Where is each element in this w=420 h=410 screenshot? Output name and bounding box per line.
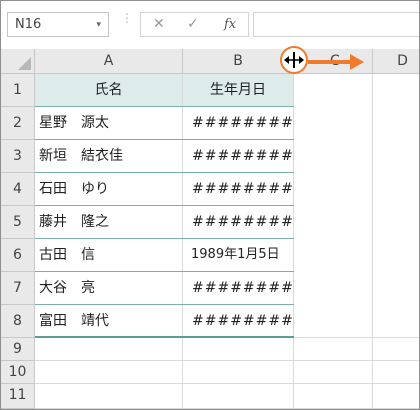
cell-a10[interactable] [35, 361, 183, 384]
direction-arrow-line [308, 60, 352, 64]
name-box-value: N16 [15, 17, 42, 32]
cell-b7[interactable]: ######## [183, 272, 294, 305]
cell-b8[interactable]: ######## [183, 305, 294, 338]
cancel-icon[interactable]: ✕ [153, 16, 165, 32]
cell-b11[interactable] [183, 384, 294, 409]
cell-b6[interactable]: 1989年1月5日 [183, 239, 294, 272]
row-header-6[interactable]: 6 [1, 239, 35, 272]
cell-b10[interactable] [183, 361, 294, 384]
cell-a1[interactable]: 氏名 [35, 74, 183, 107]
table-row-separator [35, 172, 294, 173]
row-header-7[interactable]: 7 [1, 272, 35, 305]
arrow-right-icon [350, 54, 364, 70]
cell-d10[interactable] [373, 361, 419, 384]
row-header-2[interactable]: 2 [1, 107, 35, 140]
column-header-d[interactable]: D [373, 49, 419, 74]
cell-b5[interactable]: ######## [183, 206, 294, 239]
formula-input[interactable] [253, 12, 419, 37]
cell-d9[interactable] [373, 338, 419, 361]
formula-bar: N16 ▾ ⋮ ✕ ✓ fx [1, 1, 419, 47]
table-row-separator [35, 106, 294, 107]
insert-function-icon[interactable]: fx [224, 17, 236, 32]
cell-b2[interactable]: ######## [183, 107, 294, 140]
cell-c11[interactable] [294, 384, 373, 409]
cell-b9[interactable] [183, 338, 294, 361]
drag-handle-icon[interactable]: ⋮ [121, 12, 133, 24]
cell-a6[interactable]: 古田 信 [35, 239, 183, 272]
cell-a7[interactable]: 大谷 亮 [35, 272, 183, 305]
column-d-cells[interactable] [373, 74, 419, 338]
chevron-down-icon[interactable]: ▾ [96, 20, 101, 30]
column-c-cells[interactable] [294, 74, 373, 338]
spreadsheet-window: N16 ▾ ⋮ ✕ ✓ fx A B C D 1 2 3 4 5 6 7 8 9… [0, 0, 420, 410]
row-header-8[interactable]: 8 [1, 305, 35, 338]
cell-b1[interactable]: 生年月日 [183, 74, 294, 107]
enter-icon[interactable]: ✓ [187, 16, 199, 32]
select-all-button[interactable] [1, 49, 35, 74]
cell-a5[interactable]: 藤井 隆之 [35, 206, 183, 239]
cell-a3[interactable]: 新垣 結衣佳 [35, 140, 183, 173]
resize-column-cursor-icon [284, 52, 304, 68]
cell-a11[interactable] [35, 384, 183, 409]
table-row-separator [35, 271, 294, 272]
cell-b3[interactable]: ######## [183, 140, 294, 173]
cell-d11[interactable] [373, 384, 419, 409]
row-header-3[interactable]: 3 [1, 140, 35, 173]
table-row-separator [35, 205, 294, 206]
cell-a4[interactable]: 石田 ゆり [35, 173, 183, 206]
cell-b4[interactable]: ######## [183, 173, 294, 206]
table-row-separator [35, 238, 294, 239]
formula-buttons: ✕ ✓ fx [140, 12, 249, 37]
cell-a8[interactable]: 富田 靖代 [35, 305, 183, 338]
cell-c10[interactable] [294, 361, 373, 384]
row-header-1[interactable]: 1 [1, 74, 35, 107]
cell-c9[interactable] [294, 338, 373, 361]
row-header-11[interactable]: 11 [1, 384, 35, 409]
table-row-separator [35, 139, 294, 140]
table-row-separator [35, 304, 294, 305]
resize-column-cursor-highlight[interactable] [280, 46, 308, 74]
name-box[interactable]: N16 ▾ [7, 12, 109, 37]
row-header-4[interactable]: 4 [1, 173, 35, 206]
select-all-triangle-icon [18, 57, 31, 70]
column-header-a[interactable]: A [35, 49, 183, 74]
cell-a2[interactable]: 星野 源太 [35, 107, 183, 140]
row-header-9[interactable]: 9 [1, 338, 35, 361]
column-header-b[interactable]: B [183, 49, 294, 74]
table-bottom-border [35, 336, 294, 338]
row-header-10[interactable]: 10 [1, 361, 35, 384]
row-header-5[interactable]: 5 [1, 206, 35, 239]
cell-a9[interactable] [35, 338, 183, 361]
